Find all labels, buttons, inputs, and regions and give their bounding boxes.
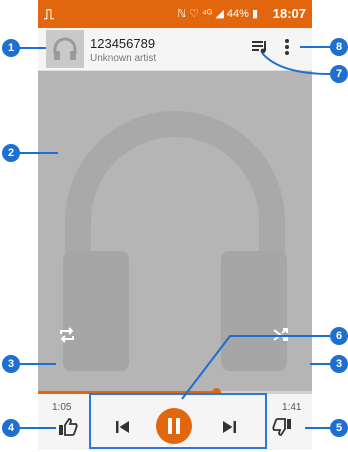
callout-4: 4 [2,419,20,437]
callout-leaders [18,46,332,429]
callout-5: 5 [330,419,348,437]
callout-1: 1 [2,39,20,57]
callout-8: 8 [330,38,348,56]
callout-2: 2 [2,144,20,162]
callout-7: 7 [330,65,348,83]
callout-6: 6 [330,327,348,345]
callout-3-repeat: 3 [2,355,20,373]
callout-3-shuffle: 3 [330,355,348,373]
